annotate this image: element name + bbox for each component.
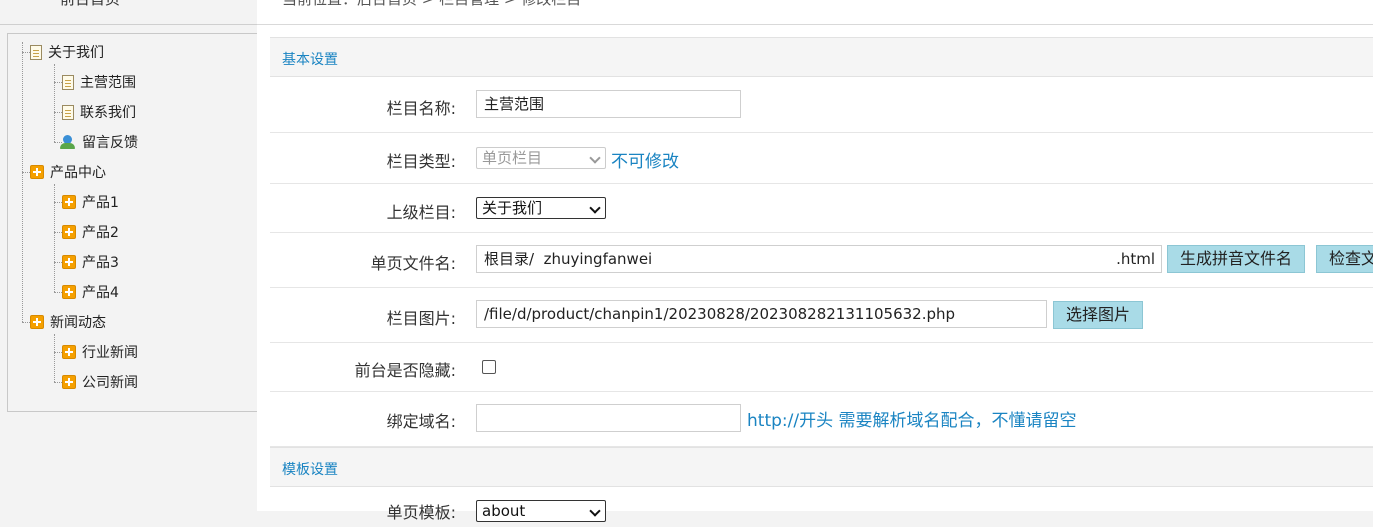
row-image: 栏目图片: /file/d/product/chanpin1/20230828/…	[270, 288, 1373, 343]
check-filename-button[interactable]: 检查文件名	[1316, 245, 1373, 273]
tree-item-feedback[interactable]: 留言反馈	[54, 130, 138, 154]
folder-plus-icon[interactable]	[30, 165, 44, 179]
hide-frontend-checkbox[interactable]	[482, 360, 496, 374]
sidebar: 前台首页 关于我们 主营范围 联系我们 留言反馈	[0, 0, 258, 511]
tree-item-product4[interactable]: 产品4	[54, 280, 119, 304]
breadcrumb-bar: 当前位置：后台首页 > 栏目管理 > 修改栏目	[257, 0, 1373, 25]
folder-plus-icon[interactable]	[62, 345, 76, 359]
type-label: 栏目类型:	[386, 152, 456, 171]
filename-input[interactable]: 根目录/ zhuyingfanwei .html	[476, 245, 1162, 273]
tree-item-product2[interactable]: 产品2	[54, 220, 119, 244]
domain-hint: http://开头 需要解析域名配合，不懂请留空	[747, 411, 1077, 431]
row-filename: 单页文件名: 根目录/ zhuyingfanwei .html 生成拼音文件名 …	[270, 233, 1373, 288]
filename-value: zhuyingfanwei	[543, 250, 653, 268]
tree-item-contact[interactable]: 联系我们	[54, 100, 136, 124]
document-icon	[62, 104, 74, 120]
row-name: 栏目名称: 主营范围	[270, 77, 1373, 133]
category-tree: 关于我们 主营范围 联系我们 留言反馈 产品中心 产品1 产品2 产品3 产品4…	[7, 33, 258, 412]
section-title: 基本设置	[282, 52, 338, 68]
row-hidden: 前台是否隐藏:	[270, 343, 1373, 392]
tree-item-business[interactable]: 主营范围	[54, 70, 136, 94]
generate-pinyin-button[interactable]: 生成拼音文件名	[1167, 245, 1306, 273]
domain-input[interactable]	[476, 404, 741, 432]
type-note: 不可修改	[611, 152, 679, 172]
row-type: 栏目类型: 单页栏目 不可修改	[270, 133, 1373, 184]
folder-plus-icon[interactable]	[62, 285, 76, 299]
chevron-down-icon	[589, 152, 601, 164]
name-label: 栏目名称:	[386, 99, 456, 118]
folder-plus-icon[interactable]	[62, 195, 76, 209]
parent-select[interactable]: 关于我们	[476, 197, 606, 219]
folder-plus-icon[interactable]	[62, 225, 76, 239]
main-panel: 当前位置：后台首页 > 栏目管理 > 修改栏目 基本设置 栏目名称: 主营范围 …	[257, 0, 1373, 522]
document-icon	[30, 44, 42, 60]
filename-suffix: .html	[1116, 250, 1155, 268]
section-template-settings: 模板设置	[270, 447, 1373, 487]
tree-item-about[interactable]: 关于我们	[22, 40, 104, 64]
name-input[interactable]: 主营范围	[476, 90, 741, 118]
chevron-down-icon	[589, 505, 601, 517]
chevron-down-icon	[589, 202, 601, 214]
section-title: 模板设置	[282, 462, 338, 478]
folder-plus-icon[interactable]	[62, 375, 76, 389]
tree-item-product3[interactable]: 产品3	[54, 250, 119, 274]
tree-item-company-news[interactable]: 公司新闻	[54, 370, 138, 394]
document-icon	[62, 74, 74, 90]
image-path-input[interactable]: /file/d/product/chanpin1/20230828/202308…	[476, 300, 1047, 328]
hidden-label: 前台是否隐藏:	[354, 361, 456, 380]
tree-item-product1[interactable]: 产品1	[54, 190, 119, 214]
parent-label: 上级栏目:	[386, 203, 456, 222]
choose-image-button[interactable]: 选择图片	[1053, 301, 1144, 329]
folder-plus-icon[interactable]	[30, 315, 44, 329]
row-parent: 上级栏目: 关于我们	[270, 184, 1373, 233]
page-template-select[interactable]: about	[476, 500, 606, 522]
user-feedback-icon	[60, 134, 76, 150]
image-label: 栏目图片:	[386, 309, 456, 328]
folder-plus-icon[interactable]	[62, 255, 76, 269]
tree-item-products[interactable]: 产品中心	[22, 160, 106, 184]
filename-prefix: 根目录/	[484, 250, 535, 268]
section-basic-settings: 基本设置	[270, 37, 1373, 77]
tree-item-industry-news[interactable]: 行业新闻	[54, 340, 138, 364]
tree-item-news[interactable]: 新闻动态	[22, 310, 106, 334]
breadcrumb: 当前位置：后台首页 > 栏目管理 > 修改栏目	[282, 0, 581, 9]
filename-label: 单页文件名:	[370, 254, 456, 273]
page-template-label: 单页模板:	[386, 503, 456, 522]
row-domain: 绑定域名: http://开头 需要解析域名配合，不懂请留空	[270, 392, 1373, 447]
frontpage-link[interactable]: 前台首页	[60, 0, 120, 9]
type-select[interactable]: 单页栏目	[476, 147, 606, 169]
sidebar-header: 前台首页	[0, 0, 257, 25]
domain-label: 绑定域名:	[386, 412, 456, 431]
row-page-template: 单页模板: about	[270, 487, 1373, 527]
